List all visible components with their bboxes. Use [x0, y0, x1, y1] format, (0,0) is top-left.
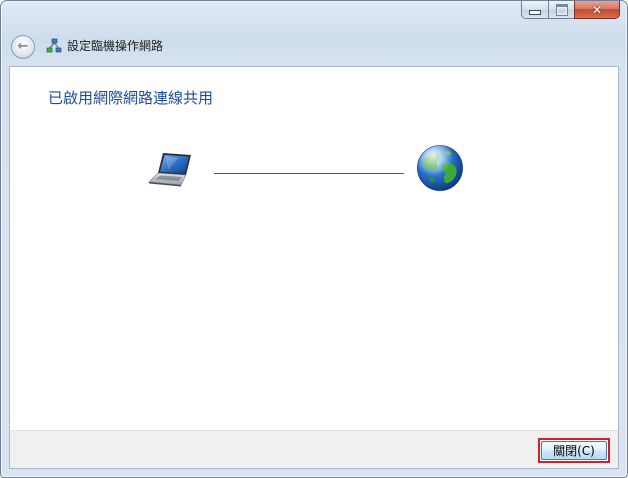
- back-arrow-icon: ←: [17, 39, 29, 54]
- content-panel: 已啟用網際網路連線共用: [9, 66, 619, 431]
- window-title: 設定臨機操作網路: [67, 39, 164, 53]
- footer-bar: [9, 431, 619, 469]
- maximize-icon: [555, 3, 568, 16]
- caption-buttons: ✕: [521, 1, 620, 20]
- window-close-button[interactable]: ✕: [574, 1, 620, 19]
- maximize-button[interactable]: [548, 1, 574, 19]
- connection-line: [214, 173, 404, 174]
- close-icon: ✕: [591, 2, 603, 17]
- close-button-label: 關閉(C): [541, 441, 607, 460]
- back-button[interactable]: ←: [11, 35, 35, 59]
- laptop-icon: [148, 153, 191, 187]
- status-heading: 已啟用網際網路連線共用: [48, 89, 214, 107]
- network-icon: [46, 38, 62, 53]
- minimize-icon: [529, 10, 541, 15]
- close-button[interactable]: 關閉(C): [538, 438, 610, 463]
- dialog-window: ✕ ← 設定臨機操作網路 已啟用網際網路連線共用 關閉(C): [0, 0, 628, 478]
- minimize-button[interactable]: [521, 1, 548, 19]
- globe-icon: [417, 145, 463, 191]
